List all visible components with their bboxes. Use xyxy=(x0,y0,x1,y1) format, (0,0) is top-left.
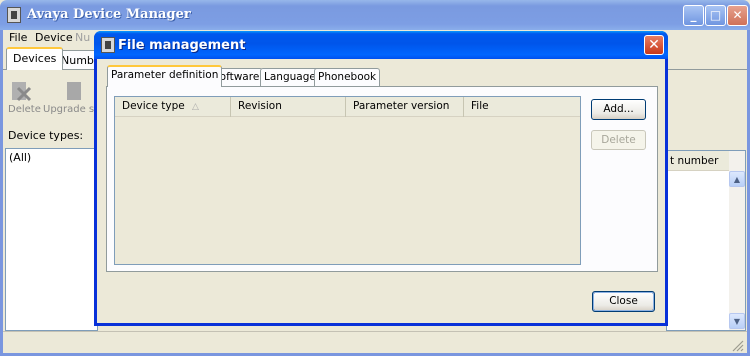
dialog-body: Parameter definition Software Language P… xyxy=(97,59,665,323)
upgrade-tool-label[interactable]: Upgrade sc xyxy=(43,104,100,115)
column-revision[interactable]: Revision xyxy=(231,97,346,117)
parameter-table[interactable]: Device type △ Revision Parameter version… xyxy=(114,96,581,265)
tab-phonebook[interactable]: Phonebook xyxy=(314,68,381,86)
add-button[interactable]: Add... xyxy=(591,99,646,120)
menu-file[interactable]: File xyxy=(9,31,27,44)
scroll-up-icon[interactable]: ▲ xyxy=(729,171,745,187)
menu-device[interactable]: Device xyxy=(35,31,73,44)
tab-language[interactable]: Language xyxy=(260,68,320,86)
device-types-label: Device types: xyxy=(8,129,84,142)
status-bar xyxy=(3,331,747,353)
device-types-list[interactable]: (All) xyxy=(5,148,98,331)
minimize-icon[interactable]: _ xyxy=(683,5,704,26)
upgrade-icon[interactable] xyxy=(63,80,85,102)
menu-numbers[interactable]: Nu xyxy=(75,31,90,44)
tab-parameter-definition[interactable]: Parameter definition xyxy=(107,65,223,87)
sort-ascending-icon: △ xyxy=(192,102,199,112)
main-window-title: Avaya Device Manager xyxy=(27,7,191,22)
scroll-down-icon[interactable]: ▼ xyxy=(729,313,745,329)
vertical-scrollbar[interactable]: ▲ ▼ xyxy=(729,151,745,330)
column-file[interactable]: File xyxy=(464,97,580,117)
dialog-app-icon xyxy=(101,37,115,53)
column-label: Device type xyxy=(122,100,185,112)
tab-devices[interactable]: Devices xyxy=(6,47,64,70)
delete-button[interactable]: Delete xyxy=(591,130,646,150)
dialog-close-icon[interactable]: ✕ xyxy=(644,35,664,55)
column-parameter-version[interactable]: Parameter version xyxy=(346,97,464,117)
delete-tool-label[interactable]: Delete xyxy=(8,104,41,115)
dialog-title: File management xyxy=(118,38,246,53)
list-item[interactable]: (All) xyxy=(9,151,31,164)
delete-icon[interactable] xyxy=(10,80,32,102)
resize-grip-icon[interactable] xyxy=(732,340,744,352)
column-header[interactable]: t number xyxy=(667,151,729,171)
numbers-list[interactable]: t number ▲ ▼ xyxy=(666,150,746,331)
column-header-label: t number xyxy=(670,155,719,167)
close-button[interactable]: Close xyxy=(592,291,655,312)
column-device-type[interactable]: Device type △ xyxy=(115,97,231,117)
app-icon xyxy=(7,7,21,23)
maximize-icon[interactable]: □ xyxy=(705,5,726,26)
table-header: Device type △ Revision Parameter version… xyxy=(115,97,580,117)
close-icon[interactable]: ✕ xyxy=(727,5,748,26)
